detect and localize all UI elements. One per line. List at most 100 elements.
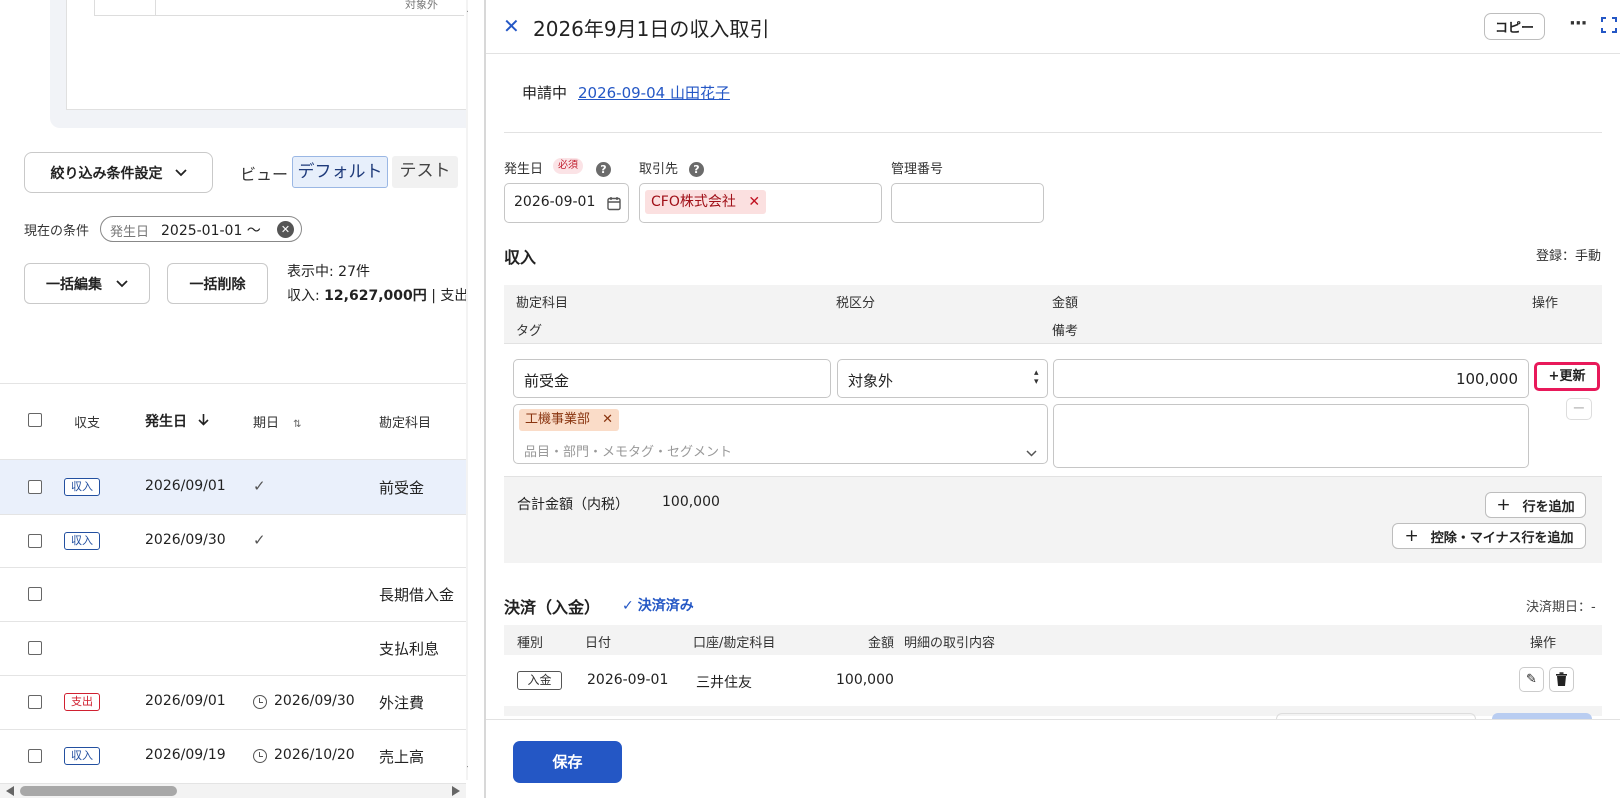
tax-select[interactable]: 対象外 ▴ ▾ — [837, 359, 1048, 398]
row-checkbox[interactable] — [28, 480, 42, 494]
chevron-down-icon[interactable] — [1026, 445, 1037, 461]
row-due: 2026/09/30 — [274, 693, 355, 709]
remove-row-icon[interactable]: − — [1566, 398, 1592, 420]
account-input[interactable]: 前受金 — [513, 359, 831, 398]
clear-circle-icon[interactable]: ✕ — [277, 221, 294, 238]
settle-amount: 100,000 — [836, 672, 894, 688]
row-account: 外注費 — [379, 694, 425, 712]
row-checkbox[interactable] — [28, 695, 42, 709]
row-due: 2026/10/20 — [274, 747, 355, 763]
total-value: 100,000 — [662, 494, 720, 510]
table-row[interactable]: 長期借入金 — [0, 567, 466, 621]
type-badge: 収入 — [64, 747, 100, 765]
condition-chip[interactable]: 発生日 2025-01-01 〜 ✕ — [100, 216, 302, 242]
table-row[interactable]: 収入 2026/09/30 ✓ — [0, 514, 466, 567]
row-checkbox[interactable] — [28, 749, 42, 763]
filter-button-label: 絞り込み条件設定 — [50, 165, 163, 182]
copy-button[interactable]: コピー — [1484, 13, 1545, 40]
scroll-right-arrow-icon[interactable] — [452, 786, 460, 796]
col-header-account[interactable]: 勘定科目 — [379, 412, 431, 431]
table-row[interactable]: 支払利息 — [0, 621, 466, 675]
settle-section-title: 決済（入金） — [504, 598, 601, 617]
add-row-button[interactable]: + 行を追加 — [1485, 492, 1586, 518]
type-badge: 収入 — [64, 478, 100, 496]
trash-icon[interactable] — [1549, 667, 1574, 692]
bulk-edit-button[interactable]: 一括編集 — [24, 263, 150, 304]
scroll-down-arrow-icon[interactable] — [467, 766, 468, 774]
applicant-link[interactable]: 2026-09-04 山田花子 — [578, 82, 730, 103]
scroll-left-arrow-icon[interactable] — [6, 786, 14, 796]
remove-icon[interactable]: ✕ — [602, 412, 613, 427]
help-icon[interactable]: ? — [596, 162, 611, 177]
settle-status-label: 決済済み — [637, 598, 694, 614]
settle-header-kind: 種別 — [517, 636, 544, 651]
row-account: 長期借入金 — [379, 586, 455, 604]
settle-header-account: 口座/勘定科目 — [693, 636, 776, 651]
view-tab-default[interactable]: デフォルト — [292, 156, 388, 188]
expand-icon[interactable] — [1601, 17, 1617, 37]
row-account: 前受金 — [379, 479, 425, 497]
row-date: 2026/09/01 — [145, 478, 226, 494]
tag-chip[interactable]: 工機事業部 ✕ — [519, 409, 620, 431]
scroll-up-arrow-icon[interactable] — [467, 4, 468, 12]
row-date: 2026/09/19 — [145, 747, 226, 763]
footer-bar — [486, 719, 1620, 798]
view-label: ビュー — [240, 165, 289, 184]
horizontal-scroll-thumb[interactable] — [20, 786, 177, 796]
partner-chip[interactable]: CFO株式会社 ✕ — [645, 190, 767, 214]
mgmt-label: 管理番号 — [891, 162, 944, 177]
income-summary-amount: 12,627,000円 — [324, 288, 427, 304]
display-count: 表示中: 27件 — [287, 264, 370, 280]
plus-icon: + — [1496, 495, 1511, 515]
note-textarea[interactable] — [1053, 404, 1529, 468]
left-pane: 対象外 絞り込み条件設定 ビュー デフォルト テスト 現在の条件 発生日 202… — [0, 0, 468, 798]
select-all-checkbox[interactable] — [28, 413, 42, 427]
col-header-due[interactable]: 期日 ⇅ — [253, 412, 302, 431]
settle-header-date: 日付 — [585, 636, 612, 651]
bulk-edit-label: 一括編集 — [46, 276, 102, 293]
row-checkbox[interactable] — [28, 641, 42, 655]
check-icon: ✓ — [622, 598, 634, 614]
partner-input[interactable]: CFO株式会社 ✕ — [639, 183, 882, 223]
save-button[interactable]: 保存 — [513, 741, 622, 783]
header-tax: 税区分 — [836, 296, 876, 311]
add-minus-row-label: 控除・マイナス行を追加 — [1430, 530, 1574, 546]
filter-button[interactable]: 絞り込み条件設定 — [24, 152, 213, 193]
table-row[interactable]: 収入 2026/09/01 ✓ 前受金 — [0, 460, 466, 514]
table-row[interactable]: 収入 2026/09/19 2026/10/20 売上高 — [0, 729, 466, 783]
date-label: 発生日 — [504, 162, 544, 177]
add-minus-row-button[interactable]: + 控除・マイナス行を追加 — [1392, 523, 1586, 549]
table-row[interactable]: 支出 2026/09/01 2026/09/30 外注費 — [0, 675, 466, 729]
row-checkbox[interactable] — [28, 534, 42, 548]
arrow-down-icon — [198, 414, 209, 430]
close-icon[interactable]: ✕ — [503, 14, 520, 38]
vertical-scrollbar[interactable] — [466, 0, 468, 780]
header-ops: 操作 — [1532, 296, 1559, 311]
amount-value: 100,000 — [1455, 370, 1518, 388]
row-checkbox[interactable] — [28, 587, 42, 601]
tag-placeholder: 品目・部門・メモタグ・セグメント — [524, 445, 733, 460]
date-input[interactable]: 2026-09-01 — [504, 183, 629, 223]
bulk-delete-button[interactable]: 一括削除 — [167, 263, 268, 304]
type-badge: 支出 — [64, 693, 100, 711]
view-tab-test[interactable]: テスト — [392, 156, 458, 188]
update-button[interactable]: +更新 — [1534, 362, 1600, 391]
sort-icon: ⇅ — [293, 419, 302, 430]
amount-input[interactable]: 100,000 — [1053, 359, 1529, 398]
mgmt-input[interactable] — [891, 183, 1044, 223]
col-header-type[interactable]: 収支 — [74, 412, 100, 431]
header-amount: 金額 — [1052, 296, 1079, 311]
clock-icon — [253, 695, 267, 709]
col-header-date-label: 発生日 — [145, 414, 187, 430]
col-header-date[interactable]: 発生日 — [145, 411, 209, 431]
partner-chip-label: CFO株式会社 — [651, 194, 736, 210]
remove-icon[interactable]: ✕ — [748, 194, 760, 210]
tag-chip-label: 工機事業部 — [525, 412, 591, 427]
chevron-down-icon — [174, 166, 187, 180]
more-icon[interactable]: ··· — [1569, 13, 1587, 34]
edit-pencil-icon[interactable]: ✎ — [1519, 667, 1544, 692]
calendar-icon[interactable] — [607, 196, 621, 215]
partner-label: 取引先 — [639, 162, 679, 177]
tag-input[interactable]: 工機事業部 ✕ 品目・部門・メモタグ・セグメント — [513, 404, 1048, 464]
help-icon[interactable]: ? — [689, 162, 704, 177]
